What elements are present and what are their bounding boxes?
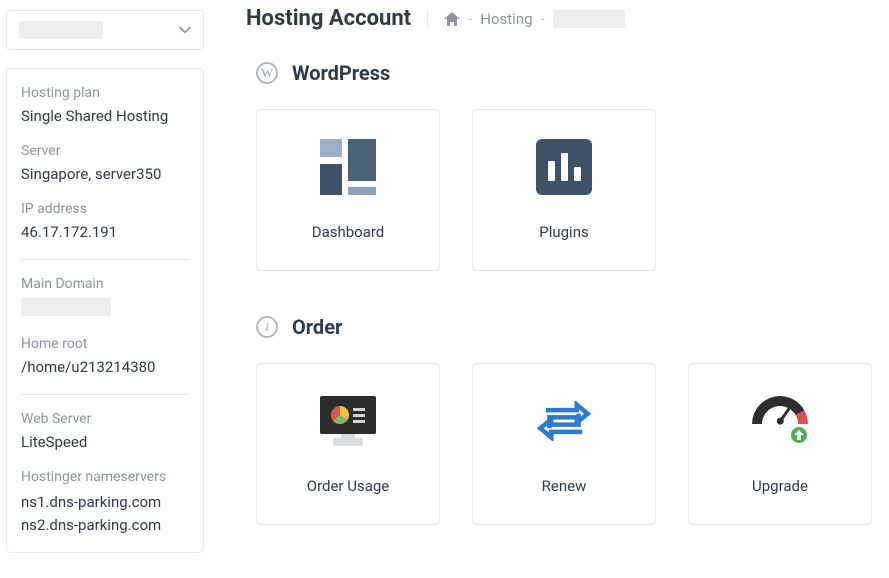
hosting-plan-value: Single Shared Hosting bbox=[21, 107, 189, 125]
wordpress-icon: W bbox=[256, 62, 278, 84]
card-renew[interactable]: Renew bbox=[472, 363, 656, 525]
arrow-up-icon bbox=[788, 424, 810, 446]
nameservers-label: Hostinger nameservers bbox=[21, 469, 189, 485]
wordpress-cards: Dashboard Plugins bbox=[256, 109, 879, 271]
breadcrumb-separator: - bbox=[468, 10, 472, 28]
account-info-panel: Hosting plan Single Shared Hosting Serve… bbox=[6, 68, 204, 553]
card-label: Renew bbox=[542, 477, 587, 495]
home-root-value: /home/u213214380 bbox=[21, 358, 189, 376]
card-label: Order Usage bbox=[307, 477, 390, 495]
upgrade-icon bbox=[752, 393, 808, 449]
nameserver-2: ns2.dns-parking.com bbox=[21, 514, 189, 537]
section-title-wordpress: WordPress bbox=[292, 61, 390, 85]
card-plugins[interactable]: Plugins bbox=[472, 109, 656, 271]
order-cards: Order Usage Renew bbox=[256, 363, 879, 525]
web-server-value: LiteSpeed bbox=[21, 433, 189, 451]
breadcrumb-current bbox=[553, 10, 625, 28]
dashboard-icon bbox=[320, 139, 376, 195]
renew-icon bbox=[536, 393, 592, 449]
breadcrumb-separator: - bbox=[541, 10, 545, 28]
page-title: Hosting Account bbox=[246, 6, 411, 31]
server-label: Server bbox=[21, 143, 189, 159]
ip-label: IP address bbox=[21, 201, 189, 217]
plugins-icon bbox=[536, 139, 592, 195]
section-title-order: Order bbox=[292, 315, 342, 339]
main-domain-label: Main Domain bbox=[21, 276, 189, 292]
section-head-order: i Order bbox=[256, 315, 879, 339]
card-label: Plugins bbox=[539, 223, 588, 241]
card-upgrade[interactable]: Upgrade bbox=[688, 363, 872, 525]
home-root-label: Home root bbox=[21, 336, 189, 352]
main-domain-value bbox=[21, 298, 111, 316]
home-icon[interactable] bbox=[444, 12, 460, 26]
account-select-value bbox=[19, 21, 103, 39]
chevron-down-icon bbox=[179, 24, 191, 36]
card-dashboard[interactable]: Dashboard bbox=[256, 109, 440, 271]
web-server-label: Web Server bbox=[21, 411, 189, 427]
account-select[interactable] bbox=[6, 10, 204, 50]
card-order-usage[interactable]: Order Usage bbox=[256, 363, 440, 525]
ip-value: 46.17.172.191 bbox=[21, 223, 189, 241]
main-content: Hosting Account - Hosting - W WordPress bbox=[210, 0, 889, 578]
section-head-wordpress: W WordPress bbox=[256, 61, 879, 85]
divider bbox=[21, 394, 189, 395]
nameserver-1: ns1.dns-parking.com bbox=[21, 491, 189, 514]
page-header: Hosting Account - Hosting - bbox=[246, 6, 879, 31]
order-usage-icon bbox=[320, 393, 376, 449]
hosting-plan-label: Hosting plan bbox=[21, 85, 189, 101]
sidebar: Hosting plan Single Shared Hosting Serve… bbox=[0, 0, 210, 578]
breadcrumb: - Hosting - bbox=[427, 10, 625, 28]
divider bbox=[21, 259, 189, 260]
info-icon: i bbox=[256, 316, 278, 338]
breadcrumb-hosting[interactable]: Hosting bbox=[480, 10, 532, 28]
card-label: Upgrade bbox=[752, 477, 808, 495]
card-label: Dashboard bbox=[312, 223, 385, 241]
server-value: Singapore, server350 bbox=[21, 165, 189, 183]
